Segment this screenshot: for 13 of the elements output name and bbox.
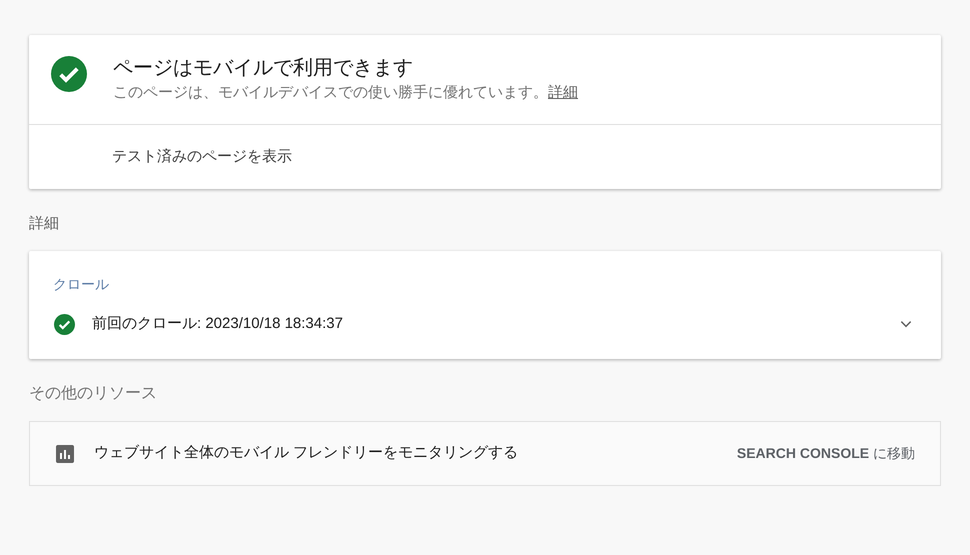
bar-chart-icon bbox=[56, 444, 74, 462]
check-icon bbox=[54, 314, 75, 334]
search-console-link[interactable]: SEARCH CONSOLE に移動 bbox=[736, 443, 915, 464]
check-icon bbox=[51, 56, 87, 92]
view-tested-page-link[interactable]: テスト済みのページを表示 bbox=[112, 146, 292, 168]
details-link[interactable]: 詳細 bbox=[548, 84, 578, 101]
section-heading: その他のリソース bbox=[29, 384, 158, 404]
result-title: ページはモバイルで利用できます bbox=[113, 56, 414, 81]
last-crawl-text: 前回のクロール: 2023/10/18 18:34:37 bbox=[92, 314, 344, 334]
resource-text: ウェブサイト全体のモバイル フレンドリーをモニタリングする bbox=[94, 443, 520, 464]
crawl-section-title: クロール bbox=[52, 275, 109, 293]
section-heading: 詳細 bbox=[29, 214, 60, 234]
result-summary: このページは、モバイルデバイスでの使い勝手に優れています。詳細 bbox=[113, 83, 578, 103]
